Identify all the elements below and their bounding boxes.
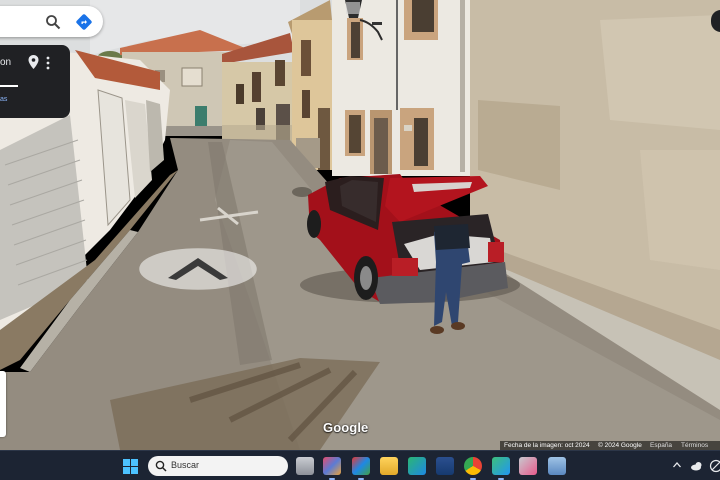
- taskbar-search[interactable]: Buscar: [148, 456, 288, 476]
- chevron-up-icon[interactable]: [672, 460, 682, 470]
- street-view-viewport[interactable]: on as Google Fecha de la imagen: oct 202…: [0, 0, 720, 450]
- address-title: on: [0, 57, 12, 68]
- app-icon-6[interactable]: [436, 457, 454, 475]
- chrome-icon[interactable]: [464, 457, 482, 480]
- windows-start-icon[interactable]: [123, 459, 138, 474]
- taskbar-search-label: Buscar: [171, 460, 200, 470]
- app-icon-3[interactable]: [352, 457, 370, 480]
- app-icon-2[interactable]: [323, 457, 341, 480]
- copyright-text: © 2024 Google: [598, 442, 642, 449]
- app-icon-10[interactable]: [548, 457, 566, 475]
- file-explorer-icon[interactable]: [380, 457, 398, 475]
- taskbar: Buscar: [0, 450, 720, 480]
- search-icon: [155, 460, 167, 472]
- location-pin-icon[interactable]: [28, 55, 39, 69]
- app-icon-9[interactable]: [519, 457, 537, 475]
- search-icon[interactable]: [45, 14, 61, 30]
- country-link[interactable]: España: [650, 441, 672, 450]
- app-icon-1[interactable]: [296, 457, 314, 475]
- address-panel[interactable]: on as: [0, 45, 70, 118]
- google-logo: Google: [323, 420, 369, 435]
- terms-link[interactable]: Términos: [681, 441, 708, 450]
- app-icon-5[interactable]: [408, 457, 426, 475]
- directions-icon[interactable]: [75, 13, 93, 31]
- weather-icon[interactable]: [690, 460, 704, 472]
- imagery-footer: Fecha de la imagen: oct 2024 © 2024 Goog…: [500, 441, 720, 450]
- speaker-icon[interactable]: [709, 459, 720, 473]
- more-vert-icon[interactable]: [45, 56, 51, 70]
- address-underline: [0, 85, 18, 87]
- capture-date: Fecha de la imagen: oct 2024: [504, 442, 590, 449]
- app-icon-8[interactable]: [492, 457, 510, 480]
- street-view-image[interactable]: [0, 0, 720, 450]
- search-box[interactable]: [0, 6, 103, 37]
- address-subtext[interactable]: as: [0, 96, 7, 103]
- thumbnail-card[interactable]: [0, 371, 6, 437]
